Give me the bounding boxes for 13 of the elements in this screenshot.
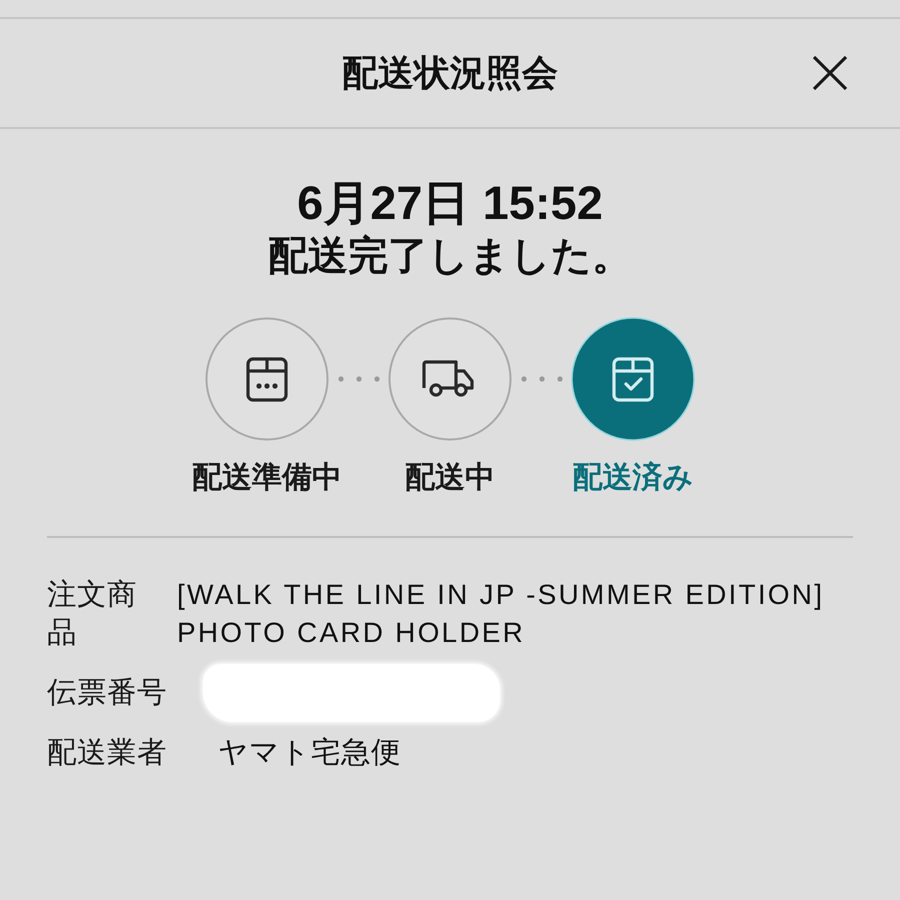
detail-value: [WALK THE LINE IN JP -SUMMER EDITION] PHOTO CARD HOLDER (177, 578, 826, 650)
detail-label: 配送業者 (47, 735, 167, 771)
delivery-status-message: 配送完了しました。 (268, 233, 632, 280)
close-button[interactable] (810, 53, 850, 93)
dialog-title: 配送状況照会 (342, 51, 558, 95)
step-label: 配送中 (405, 460, 495, 496)
detail-label: 伝票番号 (47, 675, 167, 711)
detail-value: ヤマト宅急便 (218, 735, 401, 771)
delivery-datetime: 6月27日 15:52 (297, 176, 603, 230)
step-label: 配送済み (572, 460, 694, 496)
detail-label: 注文商品 (47, 577, 138, 651)
close-icon (812, 55, 848, 91)
step-label: 配送準備中 (192, 460, 342, 496)
